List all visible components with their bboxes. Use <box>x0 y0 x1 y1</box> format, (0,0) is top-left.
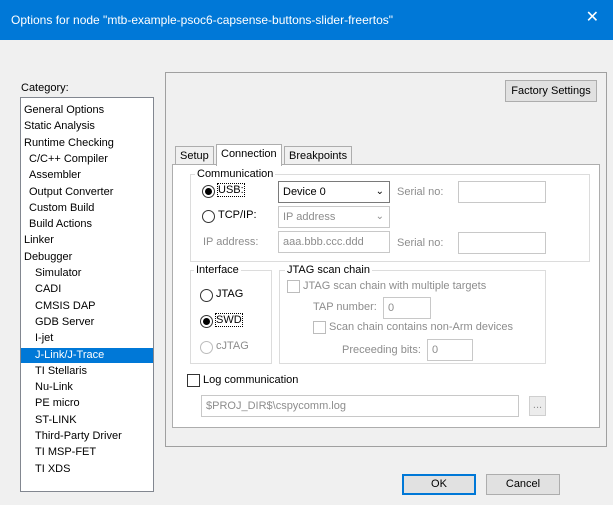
tcpip-select[interactable]: IP address ⌄ <box>278 206 390 228</box>
category-item[interactable]: I-jet <box>33 331 55 346</box>
category-item[interactable]: PE micro <box>33 396 82 411</box>
jtag-chain-group-title: JTAG scan chain <box>285 264 372 276</box>
usb-label[interactable]: USB: <box>217 183 245 197</box>
tab-setup[interactable]: Setup <box>175 146 214 166</box>
tab-connection[interactable]: Connection <box>216 144 282 166</box>
interface-group-title: Interface <box>194 264 241 276</box>
ip-address-label: IP address: <box>203 236 259 248</box>
tcpip-radio[interactable] <box>202 210 215 223</box>
log-browse-button[interactable]: ... <box>529 396 546 416</box>
usb-serial-label: Serial no: <box>397 186 444 198</box>
tap-number-value: 0 <box>388 302 395 314</box>
tap-number-label: TAP number: <box>313 301 377 313</box>
category-item[interactable]: ST-LINK <box>33 413 79 428</box>
tcpip-value: IP address <box>283 211 336 223</box>
category-item[interactable]: Assembler <box>27 168 83 183</box>
window-title: Options for node "mtb-example-psoc6-caps… <box>11 13 394 27</box>
usb-serial-field[interactable] <box>458 181 546 203</box>
title-bar[interactable]: Options for node "mtb-example-psoc6-caps… <box>0 0 613 40</box>
log-communication-label[interactable]: Log communication <box>203 374 298 386</box>
ok-button[interactable]: OK <box>402 474 476 495</box>
category-item[interactable]: CMSIS DAP <box>33 299 98 314</box>
chevron-down-icon: ⌄ <box>375 211 384 222</box>
ip-address-placeholder: aaa.bbb.ccc.ddd <box>283 236 364 248</box>
jtag-label[interactable]: JTAG <box>216 288 243 300</box>
category-item[interactable]: Output Converter <box>27 185 115 200</box>
category-item[interactable]: Debugger <box>22 250 74 265</box>
category-item[interactable]: J-Link/J-Trace <box>21 347 153 363</box>
usb-radio[interactable] <box>202 185 215 198</box>
tab-breakpoints[interactable]: Breakpoints <box>284 146 353 166</box>
tcpip-label[interactable]: TCP/IP: <box>218 209 257 221</box>
ip-address-field[interactable]: aaa.bbb.ccc.ddd <box>278 231 390 253</box>
factory-settings-button[interactable]: Factory Settings <box>505 80 597 102</box>
category-label: Category: <box>21 82 69 94</box>
preceding-bits-value: 0 <box>432 344 439 356</box>
close-icon[interactable]: ✕ <box>586 10 599 26</box>
log-communication-checkbox[interactable] <box>187 374 200 387</box>
multi-targets-checkbox[interactable] <box>287 280 300 293</box>
category-item[interactable]: CADI <box>33 282 63 297</box>
ip-serial-label: Serial no: <box>397 237 444 249</box>
category-item[interactable]: Runtime Checking <box>22 136 116 151</box>
category-item[interactable]: Custom Build <box>27 201 96 216</box>
log-path-field[interactable]: $PROJ_DIR$\cspycomm.log <box>201 395 519 417</box>
category-item[interactable]: Nu-Link <box>33 380 75 395</box>
cjtag-radio[interactable] <box>200 341 213 354</box>
jtag-radio[interactable] <box>200 289 213 302</box>
log-path-value: $PROJ_DIR$\cspycomm.log <box>206 400 346 412</box>
category-item[interactable]: TI XDS <box>33 462 72 477</box>
category-item[interactable]: Build Actions <box>27 217 94 232</box>
ip-serial-field[interactable] <box>458 232 546 254</box>
cancel-button[interactable]: Cancel <box>486 474 560 495</box>
category-item[interactable]: TI MSP-FET <box>33 445 98 460</box>
communication-group-title: Communication <box>195 168 276 180</box>
category-item[interactable]: Third-Party Driver <box>33 429 124 444</box>
non-arm-label[interactable]: Scan chain contains non-Arm devices <box>329 321 513 333</box>
cjtag-label[interactable]: cJTAG <box>216 340 249 352</box>
preceding-bits-label: Preceeding bits: <box>342 344 421 356</box>
usb-device-value: Device 0 <box>283 186 326 198</box>
category-item[interactable]: General Options <box>22 103 106 118</box>
multi-targets-label[interactable]: JTAG scan chain with multiple targets <box>303 280 486 292</box>
category-item[interactable]: Simulator <box>33 266 83 281</box>
category-item[interactable]: TI Stellaris <box>33 364 89 379</box>
category-item[interactable]: C/C++ Compiler <box>27 152 110 167</box>
category-list[interactable]: General Options Static Analysis Runtime Ch… <box>20 97 154 492</box>
preceding-bits-field[interactable]: 0 <box>427 339 473 361</box>
non-arm-checkbox[interactable] <box>313 321 326 334</box>
chevron-down-icon: ⌄ <box>375 186 384 197</box>
category-item[interactable]: GDB Server <box>33 315 96 330</box>
swd-radio[interactable] <box>200 315 213 328</box>
category-item[interactable]: Static Analysis <box>22 119 97 134</box>
swd-label[interactable]: SWD <box>215 313 243 327</box>
tap-number-field[interactable]: 0 <box>383 297 431 319</box>
options-dialog: Options for node "mtb-example-psoc6-caps… <box>0 0 613 505</box>
category-item[interactable]: Linker <box>22 233 56 248</box>
usb-device-select[interactable]: Device 0 ⌄ <box>278 181 390 203</box>
